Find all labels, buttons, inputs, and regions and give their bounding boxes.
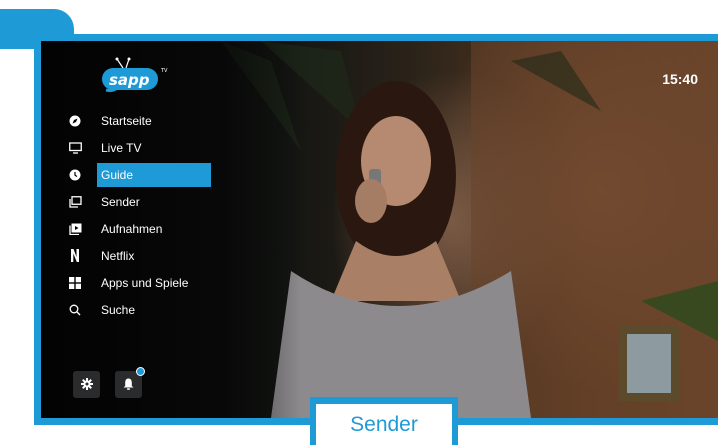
- tv-monitor-icon: [68, 141, 82, 155]
- search-icon: [68, 303, 82, 317]
- gear-icon: [80, 375, 93, 394]
- notification-indicator: [136, 367, 145, 376]
- tv-screen: sapp TV Startseite Live TV Guide Sender …: [41, 41, 718, 418]
- menu-item-label: Guide: [101, 167, 134, 182]
- menu-item-guide[interactable]: Guide: [65, 161, 255, 188]
- menu-item-label: Sender: [101, 194, 140, 209]
- main-menu: Startseite Live TV Guide Sender Aufnahme…: [65, 107, 255, 323]
- sidebar: sapp TV Startseite Live TV Guide Sender …: [41, 41, 301, 418]
- menu-item-suche[interactable]: Suche: [65, 296, 255, 323]
- recordings-icon: [68, 222, 82, 236]
- svg-text:TV: TV: [160, 68, 168, 74]
- sapp-tv-logo: sapp TV: [102, 57, 168, 92]
- menu-item-label: Apps und Spiele: [101, 275, 189, 290]
- menu-item-label: Netflix: [101, 248, 135, 263]
- callout-inner: Sender: [316, 404, 452, 445]
- clock-icon: [68, 168, 82, 182]
- apps-grid-icon: [68, 276, 82, 290]
- menu-item-label: Startseite: [101, 113, 152, 128]
- menu-item-netflix[interactable]: Netflix: [65, 242, 255, 269]
- clock-time: 15:40: [662, 71, 698, 87]
- settings-button[interactable]: [73, 371, 100, 398]
- compass-icon: [68, 114, 82, 128]
- netflix-icon: [68, 249, 82, 263]
- menu-item-aufnahmen[interactable]: Aufnahmen: [65, 215, 255, 242]
- channels-icon: [68, 195, 82, 209]
- callout-box: Sender: [310, 397, 458, 445]
- menu-item-sender[interactable]: Sender: [65, 188, 255, 215]
- callout-label: Sender: [350, 412, 418, 436]
- menu-item-label: Aufnahmen: [101, 221, 163, 236]
- notifications-button[interactable]: [115, 367, 145, 398]
- svg-text:sapp: sapp: [109, 71, 150, 89]
- menu-item-apps-und-spiele[interactable]: Apps und Spiele: [65, 269, 255, 296]
- menu-item-label: Live TV: [101, 140, 142, 155]
- menu-item-label: Suche: [101, 302, 136, 317]
- bell-icon: [123, 375, 134, 394]
- menu-item-startseite[interactable]: Startseite: [65, 107, 255, 134]
- menu-item-live-tv[interactable]: Live TV: [65, 134, 255, 161]
- step-number: 1: [14, 11, 35, 46]
